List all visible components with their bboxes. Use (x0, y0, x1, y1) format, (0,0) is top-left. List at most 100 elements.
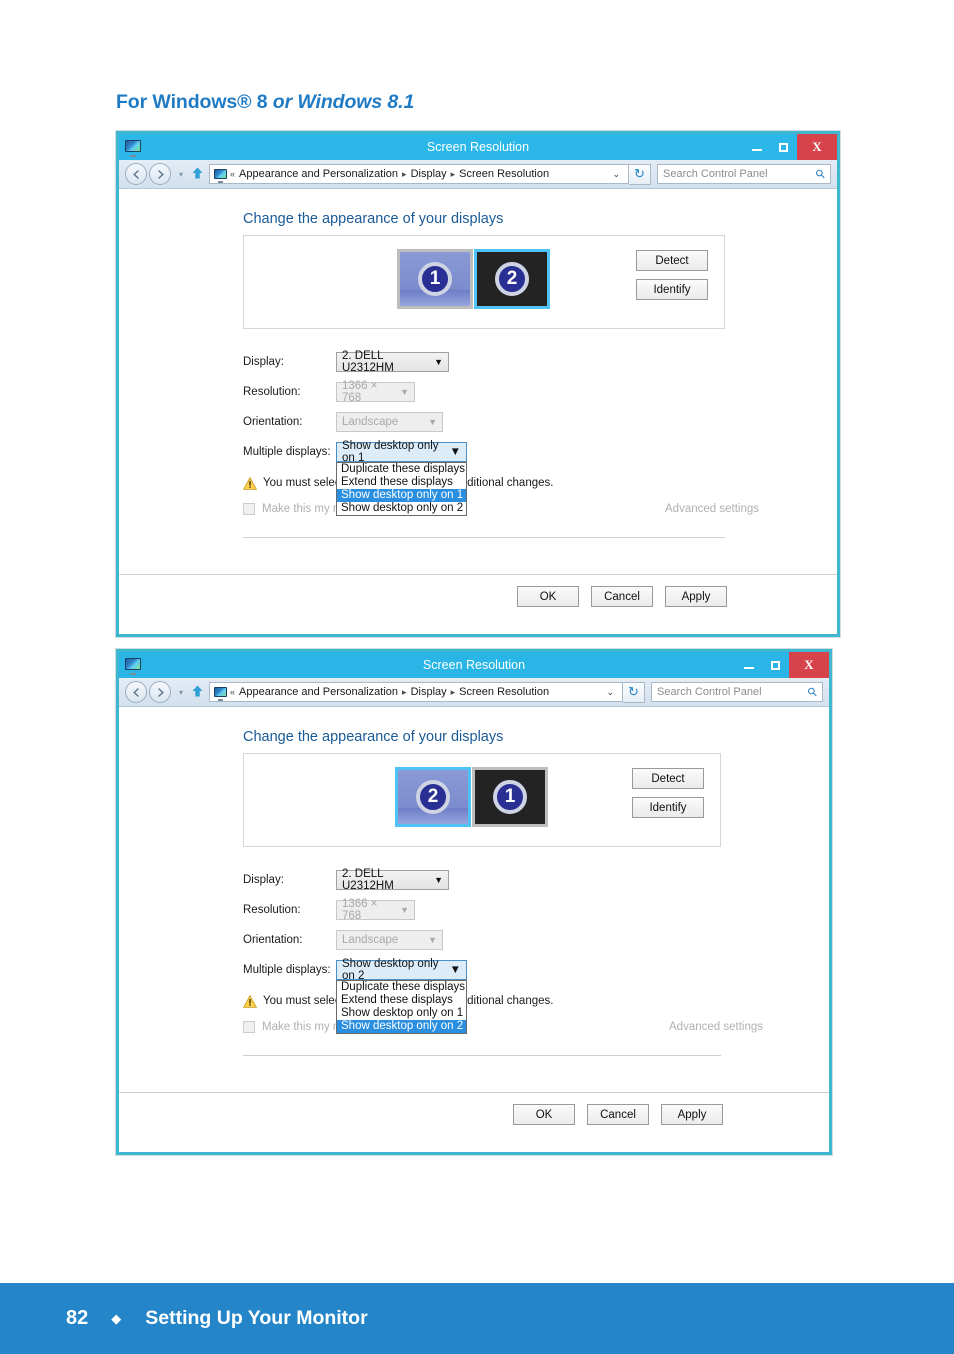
multiple-displays-label: Multiple displays: (243, 964, 331, 976)
dialog-buttons: OK Cancel Apply (517, 586, 727, 607)
main-display-checkbox[interactable] (243, 503, 255, 515)
form-row-multiple-displays: Multiple displays: Show desktop only on … (243, 437, 743, 516)
main-display-checkbox[interactable] (243, 1021, 255, 1033)
breadcrumb-item-display[interactable]: Display (411, 686, 447, 698)
up-arrow-icon[interactable] (189, 684, 205, 700)
identify-button[interactable]: Identify (632, 797, 704, 818)
detect-button[interactable]: Detect (636, 250, 708, 271)
forward-button[interactable] (149, 163, 171, 185)
breadcrumb-separator-icon: ▸ (450, 686, 456, 697)
breadcrumb-item-screen-resolution[interactable]: Screen Resolution (459, 686, 549, 698)
resolution-select[interactable]: 1366 × 768 ▼ (336, 898, 415, 922)
monitor-number: 2 (416, 780, 450, 814)
multiple-displays-dropdown[interactable]: Duplicate these displays Extend these di… (336, 980, 467, 1034)
resolution-label: Resolution: (243, 386, 301, 398)
window-controls: X (735, 652, 829, 678)
screen-resolution-window-2[interactable]: Screen Resolution X ▾ « Appearance and P… (116, 649, 832, 1155)
maximize-button[interactable] (762, 652, 789, 678)
window-titlebar: Screen Resolution X (119, 134, 837, 160)
resolution-select[interactable]: 1366 × 768 ▼ (336, 380, 415, 404)
display-settings-form: Display: 2. DELL U2312HM ▼ Resolution: 1… (243, 347, 759, 521)
dropdown-option-only-1[interactable]: Show desktop only on 1 (337, 1007, 466, 1020)
minimize-button[interactable] (735, 652, 762, 678)
ok-button[interactable]: OK (513, 1104, 575, 1125)
window-titlebar: Screen Resolution X (119, 652, 829, 678)
ok-button[interactable]: OK (517, 586, 579, 607)
screen-resolution-window-1[interactable]: Screen Resolution X ▾ « Appearance and P… (116, 131, 840, 637)
advanced-settings-link[interactable]: Advanced settings (665, 503, 759, 515)
breadcrumb-item-appearance[interactable]: Appearance and Personalization (239, 686, 398, 698)
navigation-toolbar: ▾ « Appearance and Personalization ▸ Dis… (119, 160, 837, 189)
display-arrangement-panel[interactable]: 2 1 Detect Identify (243, 753, 721, 847)
chevron-down-icon: ▼ (428, 417, 437, 427)
detect-button[interactable]: Detect (632, 768, 704, 789)
maximize-button[interactable] (770, 134, 797, 160)
diamond-icon: ◆ (111, 1310, 122, 1326)
form-row-resolution: Resolution: 1366 × 768 ▼ (243, 377, 743, 407)
display-select[interactable]: 2. DELL U2312HM ▼ (336, 868, 449, 892)
apply-button[interactable]: Apply (665, 586, 727, 607)
chevron-down-icon[interactable]: ▾ (175, 170, 187, 179)
warning-row: You must select Apply before making addi… (243, 469, 743, 497)
dropdown-option-duplicate[interactable]: Duplicate these displays (337, 981, 466, 994)
chevron-down-icon[interactable]: ▾ (175, 688, 187, 697)
orientation-label: Orientation: (243, 416, 303, 428)
dropdown-option-only-2[interactable]: Show desktop only on 2 (337, 502, 466, 515)
apply-button[interactable]: Apply (661, 1104, 723, 1125)
back-button[interactable] (125, 681, 147, 703)
multiple-displays-value: Show desktop only on 1 (342, 440, 439, 464)
orientation-select[interactable]: Landscape ▼ (336, 930, 443, 950)
divider (243, 537, 725, 538)
search-placeholder: Search Control Panel (663, 168, 768, 180)
main-display-checkbox-row[interactable]: Make this my main display Advanced setti… (243, 497, 759, 521)
page-heading-italic: or Windows 8.1 (272, 91, 415, 113)
refresh-icon[interactable]: ↻ (623, 681, 645, 703)
monitor-number: 2 (495, 262, 529, 296)
breadcrumb-item-display[interactable]: Display (411, 168, 447, 180)
cancel-button[interactable]: Cancel (587, 1104, 649, 1125)
forward-button[interactable] (149, 681, 171, 703)
window-body: Change the appearance of your displays 2… (119, 707, 829, 1151)
advanced-settings-link[interactable]: Advanced settings (669, 1021, 763, 1033)
minimize-button[interactable] (743, 134, 770, 160)
search-input[interactable]: Search Control Panel ⚲ (651, 682, 823, 702)
dropdown-option-extend[interactable]: Extend these displays (337, 994, 466, 1007)
refresh-icon[interactable]: ↻ (629, 163, 651, 185)
dropdown-option-only-1[interactable]: Show desktop only on 1 (337, 489, 466, 502)
close-button[interactable]: X (797, 134, 837, 160)
display-icon (125, 658, 141, 672)
address-dropdown-icon[interactable]: ⌄ (600, 687, 620, 698)
identify-button[interactable]: Identify (636, 279, 708, 300)
back-button[interactable] (125, 163, 147, 185)
address-dropdown-icon[interactable]: ⌄ (606, 169, 626, 180)
monitor-thumbnail-1[interactable]: 1 (397, 249, 473, 309)
breadcrumb-item-screen-resolution[interactable]: Screen Resolution (459, 168, 549, 180)
address-bar[interactable]: « Appearance and Personalization ▸ Displ… (209, 164, 629, 184)
display-select-value: 2. DELL U2312HM (342, 868, 394, 892)
multiple-displays-select[interactable]: Show desktop only on 1 ▼ (336, 440, 467, 464)
display-arrangement-panel[interactable]: 1 2 Detect Identify (243, 235, 725, 329)
orientation-select[interactable]: Landscape ▼ (336, 412, 443, 432)
display-icon (214, 686, 227, 698)
monitor-thumbnail-1[interactable]: 1 (472, 767, 548, 827)
up-arrow-icon[interactable] (189, 166, 205, 182)
monitor-thumbnail-2[interactable]: 2 (474, 249, 550, 309)
close-button[interactable]: X (789, 652, 829, 678)
main-display-checkbox-row[interactable]: Make this my main display Advanced setti… (243, 1015, 763, 1039)
multiple-displays-select[interactable]: Show desktop only on 2 ▼ (336, 958, 467, 982)
monitor-thumbnail-2[interactable]: 2 (395, 767, 471, 827)
cancel-button[interactable]: Cancel (591, 586, 653, 607)
search-input[interactable]: Search Control Panel ⚲ (657, 164, 831, 184)
window-title: Screen Resolution (426, 140, 530, 154)
address-bar[interactable]: « Appearance and Personalization ▸ Displ… (209, 682, 623, 702)
detect-identify-group: Detect Identify (632, 768, 704, 818)
footer-title: Setting Up Your Monitor (145, 1307, 368, 1329)
navigation-toolbar: ▾ « Appearance and Personalization ▸ Dis… (119, 678, 829, 707)
dropdown-option-duplicate[interactable]: Duplicate these displays (337, 463, 466, 476)
dropdown-option-only-2[interactable]: Show desktop only on 2 (337, 1020, 466, 1033)
dropdown-option-extend[interactable]: Extend these displays (337, 476, 466, 489)
display-select[interactable]: 2. DELL U2312HM ▼ (336, 350, 449, 374)
breadcrumb-item-appearance[interactable]: Appearance and Personalization (239, 168, 398, 180)
multiple-displays-dropdown[interactable]: Duplicate these displays Extend these di… (336, 462, 467, 516)
chevron-down-icon: ▼ (400, 387, 409, 397)
